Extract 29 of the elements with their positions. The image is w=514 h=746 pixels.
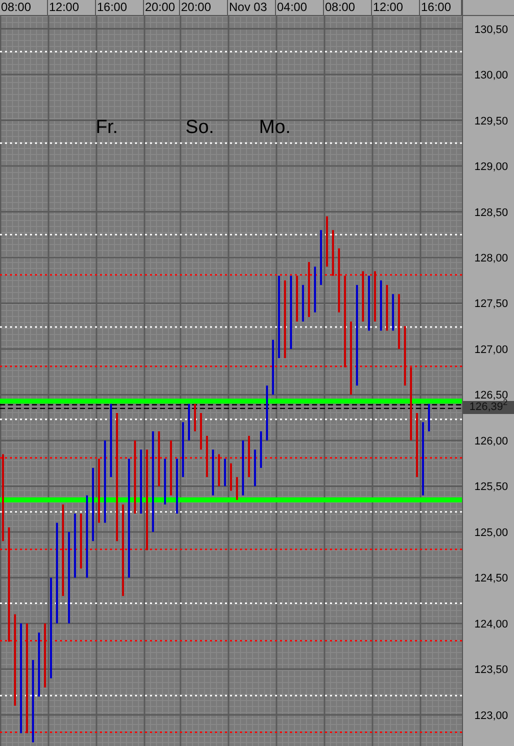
price-label: 124,50 <box>474 572 508 585</box>
price-label: 127,00 <box>474 344 508 356</box>
price-label: 129,00 <box>474 161 508 174</box>
price-label: 126,00 <box>474 435 508 448</box>
day-label: Fr. <box>96 117 118 138</box>
time-label: 12:00 <box>372 0 404 15</box>
day-label: Mo. <box>258 117 291 138</box>
day-label: So. <box>186 117 214 138</box>
time-label: 08:00 <box>324 0 356 15</box>
time-label: 20:00 <box>144 0 176 15</box>
time-label: 20:00 <box>180 0 212 15</box>
current-price-tag: 126,39$^{2}$ <box>463 400 514 414</box>
price-label: 123,50 <box>474 664 508 676</box>
time-label: 04:00 <box>276 0 308 15</box>
time-label: 16:00 <box>96 0 128 15</box>
price-label: 128,00 <box>474 252 508 264</box>
price-label: 128,50 <box>474 206 508 219</box>
price-label: 125,00 <box>474 526 508 539</box>
time-label: 16:00 <box>420 0 452 15</box>
time-label: 08:00 <box>0 0 32 15</box>
price-label: 129,50 <box>474 115 508 128</box>
price-label: 123,00 <box>474 710 508 722</box>
price-label: 127,50 <box>474 298 508 310</box>
price-label: 130,00 <box>474 70 508 82</box>
price-label: 124,00 <box>474 618 508 630</box>
time-label: 12:00 <box>48 0 80 15</box>
price-label: 125,50 <box>474 481 508 494</box>
price-label: 130,50 <box>474 24 508 36</box>
time-label: Nov 03 <box>228 0 268 15</box>
